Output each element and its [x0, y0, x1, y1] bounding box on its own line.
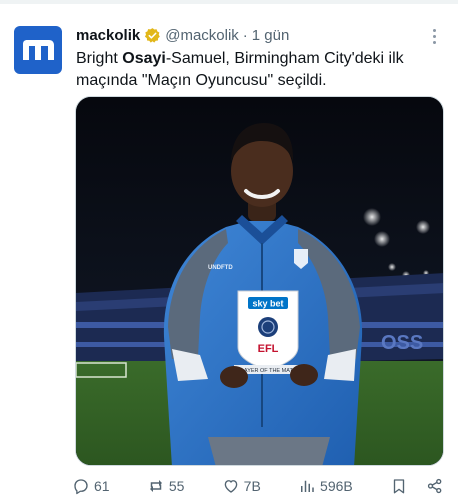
repost-icon: [149, 480, 162, 492]
right-actions: [390, 477, 444, 495]
like-count: 7B: [243, 478, 261, 494]
tweet-media-photo[interactable]: OSS UNDFTD sky bet EFL PLAYER OF THE MAT…: [75, 96, 444, 466]
share-button[interactable]: [426, 477, 444, 495]
mackolik-logo-icon: [23, 40, 54, 60]
player-hand-right: [290, 364, 318, 386]
like-button[interactable]: 7B: [222, 477, 261, 495]
stadium-light: [388, 263, 396, 271]
player-shorts: [208, 437, 330, 465]
views-chart-icon: [301, 480, 314, 492]
display-name[interactable]: mackolik: [76, 27, 140, 44]
reply-icon: [74, 479, 88, 495]
tweet-header: mackolik @mackolik · 1 gün: [76, 24, 418, 46]
stadium-light: [374, 231, 390, 247]
separator-dot: ·: [242, 26, 248, 44]
tweet-actions-bar: 61 55 7B 596B: [72, 474, 444, 498]
verified-badge-icon[interactable]: [144, 27, 161, 44]
stadium-lettering: OSS: [381, 332, 423, 354]
more-options-icon[interactable]: [424, 26, 444, 46]
tweet-card[interactable]: mackolik @mackolik · 1 gün Bright Osayi-…: [0, 0, 458, 500]
more-dot: [432, 40, 436, 44]
player-photo: OSS UNDFTD sky bet EFL PLAYER OF THE MAT…: [76, 97, 443, 465]
handle[interactable]: @mackolik: [165, 27, 239, 44]
player-hand-left: [220, 366, 248, 388]
heart-icon: [224, 480, 237, 493]
tweet-text-part1: Bright: [76, 50, 123, 67]
repost-button[interactable]: 55: [147, 477, 185, 495]
share-icon: [427, 478, 442, 494]
views-button[interactable]: 596B: [298, 477, 353, 495]
bookmark-icon: [393, 479, 405, 494]
timestamp[interactable]: 1 gün: [252, 27, 290, 44]
views-count: 596B: [320, 478, 353, 494]
repost-count: 55: [168, 478, 185, 494]
tweet-text: Bright Osayi-Samuel, Birmingham City'dek…: [76, 48, 448, 92]
sponsor-badge-text: sky bet: [252, 299, 283, 309]
more-dot: [432, 28, 436, 32]
top-divider: [0, 0, 458, 4]
league-ball-icon: [258, 317, 278, 337]
avatar[interactable]: [14, 26, 62, 74]
reply-button[interactable]: 61: [72, 477, 110, 495]
reply-count: 61: [94, 478, 110, 494]
stadium-light: [363, 208, 381, 226]
league-badge-text: EFL: [258, 343, 279, 355]
tweet-text-bold: Osayi: [122, 50, 166, 67]
stadium-light: [416, 220, 430, 234]
more-dot: [432, 34, 436, 38]
kit-brand-text: UNDFTD: [208, 265, 233, 271]
bookmark-button[interactable]: [390, 477, 408, 495]
